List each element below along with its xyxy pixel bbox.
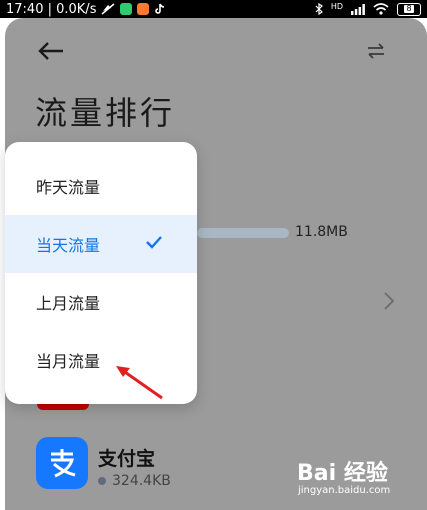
network-label: HD bbox=[330, 1, 343, 11]
watermark-text: Bai 经验 bbox=[297, 461, 388, 486]
watermark-url: jingyan.baidu.com bbox=[298, 485, 391, 496]
menu-item-label: 当天流量 bbox=[36, 236, 101, 255]
usage-bar bbox=[197, 228, 289, 238]
app-usage: 324.4KB bbox=[98, 473, 171, 489]
shield-icon bbox=[120, 3, 133, 15]
mute-icon bbox=[101, 3, 115, 15]
menu-item-today[interactable]: 当天流量 bbox=[5, 215, 197, 273]
menu-item-label: 当月流量 bbox=[36, 352, 101, 371]
battery-level: 8 bbox=[404, 4, 414, 13]
bluetooth-icon bbox=[315, 3, 323, 15]
wifi-icon bbox=[373, 3, 389, 15]
status-time: 17:40 | 0.0K/s bbox=[6, 1, 97, 17]
app-notification-icon bbox=[137, 3, 150, 15]
menu-item-last-month[interactable]: 上月流量 bbox=[5, 273, 197, 331]
status-bar: 17:40 | 0.0K/s HD 8 bbox=[0, 0, 427, 18]
chevron-right-icon[interactable] bbox=[382, 290, 396, 312]
usage-value: 11.8MB bbox=[295, 224, 348, 240]
back-arrow-icon[interactable] bbox=[37, 40, 65, 62]
menu-item-yesterday[interactable]: 昨天流量 bbox=[5, 157, 197, 215]
usage-dot bbox=[98, 477, 106, 485]
switch-icon[interactable] bbox=[366, 42, 386, 60]
signal-icon bbox=[351, 3, 365, 15]
alipay-logo-icon bbox=[51, 449, 76, 478]
tiktok-icon bbox=[155, 3, 165, 14]
menu-item-label: 上月流量 bbox=[36, 294, 101, 313]
app-usage-value: 324.4KB bbox=[112, 473, 171, 489]
app-name[interactable]: 支付宝 bbox=[98, 444, 155, 471]
period-dropdown-menu: 昨天流量 当天流量 上月流量 当月流量 bbox=[5, 142, 197, 404]
battery-icon: 8 bbox=[397, 2, 421, 16]
menu-item-label: 昨天流量 bbox=[36, 178, 101, 197]
watermark-logo: Bai 经验 bbox=[297, 455, 388, 487]
alipay-icon[interactable] bbox=[36, 437, 88, 489]
check-icon bbox=[146, 236, 162, 249]
page-title: 流量排行 bbox=[35, 94, 176, 132]
annotation-arrow-icon bbox=[116, 366, 163, 400]
watermark: Bai 经验 bbox=[297, 455, 388, 487]
menu-item-this-month[interactable]: 当月流量 bbox=[5, 331, 197, 389]
